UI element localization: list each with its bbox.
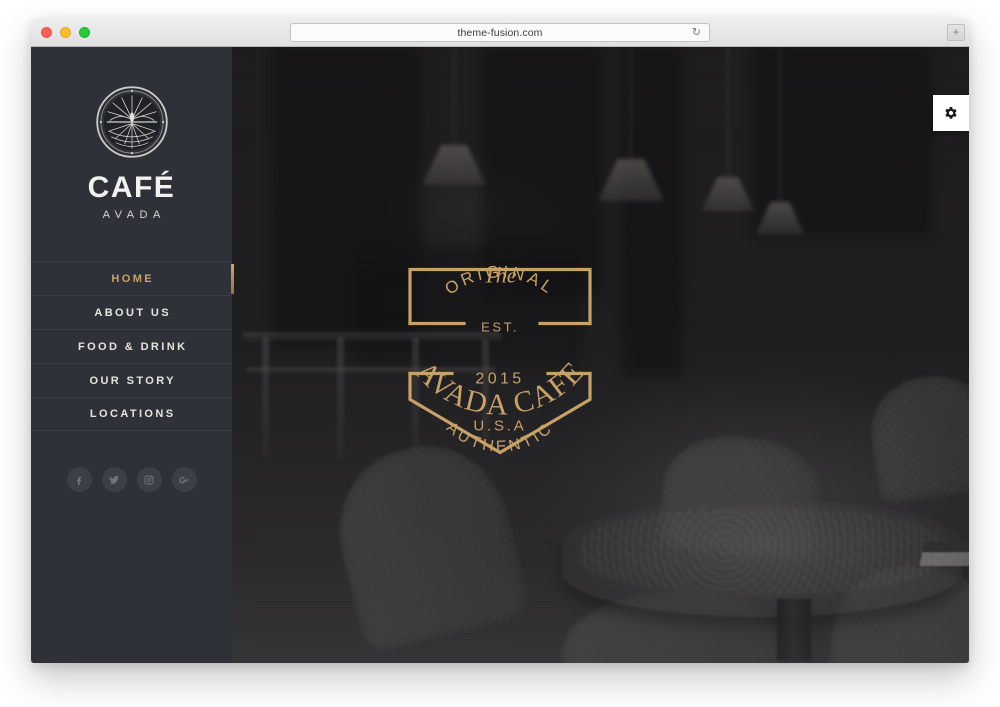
brand-block[interactable]: CAFÉ AVADA	[31, 47, 232, 221]
facebook-icon[interactable]	[66, 467, 92, 492]
nav-item-food-drink[interactable]: FOOD & DRINK	[31, 329, 232, 363]
googleplus-icon[interactable]	[171, 467, 197, 492]
url-text: theme-fusion.com	[457, 26, 543, 39]
brand-subtitle: AVADA	[102, 209, 166, 221]
reload-icon[interactable]: ↻	[692, 27, 701, 38]
minimize-window-button[interactable]	[60, 27, 71, 38]
main-navigation: HOME ABOUT US FOOD & DRINK OUR STORY LOC…	[31, 261, 234, 431]
nav-item-home[interactable]: HOME	[31, 261, 234, 295]
social-links	[31, 467, 232, 492]
cafe-emblem-icon	[95, 86, 168, 158]
new-tab-button[interactable]: +	[947, 24, 965, 41]
instagram-icon[interactable]	[136, 467, 162, 492]
window-controls	[41, 27, 90, 38]
close-window-button[interactable]	[41, 27, 52, 38]
brand-name: CAFÉ	[87, 171, 176, 204]
sidebar: CAFÉ AVADA HOME ABOUT US FOOD & DRINK OU…	[31, 47, 234, 663]
page-viewport: The ORIGINAL EST. AVADA CAFE 2015 AUTHEN…	[31, 47, 969, 663]
twitter-icon[interactable]	[101, 467, 127, 492]
nav-item-about-us[interactable]: ABOUT US	[31, 295, 232, 329]
hero-background-photo	[232, 47, 969, 663]
browser-titlebar: theme-fusion.com ↻ +	[31, 18, 969, 47]
nav-item-locations[interactable]: LOCATIONS	[31, 397, 232, 431]
gear-icon	[945, 107, 957, 119]
settings-button[interactable]	[933, 95, 969, 131]
address-bar[interactable]: theme-fusion.com ↻	[290, 23, 710, 42]
maximize-window-button[interactable]	[79, 27, 90, 38]
nav-item-our-story[interactable]: OUR STORY	[31, 363, 232, 397]
browser-window: theme-fusion.com ↻ + The ORIGINAL EST. A…	[31, 18, 969, 663]
